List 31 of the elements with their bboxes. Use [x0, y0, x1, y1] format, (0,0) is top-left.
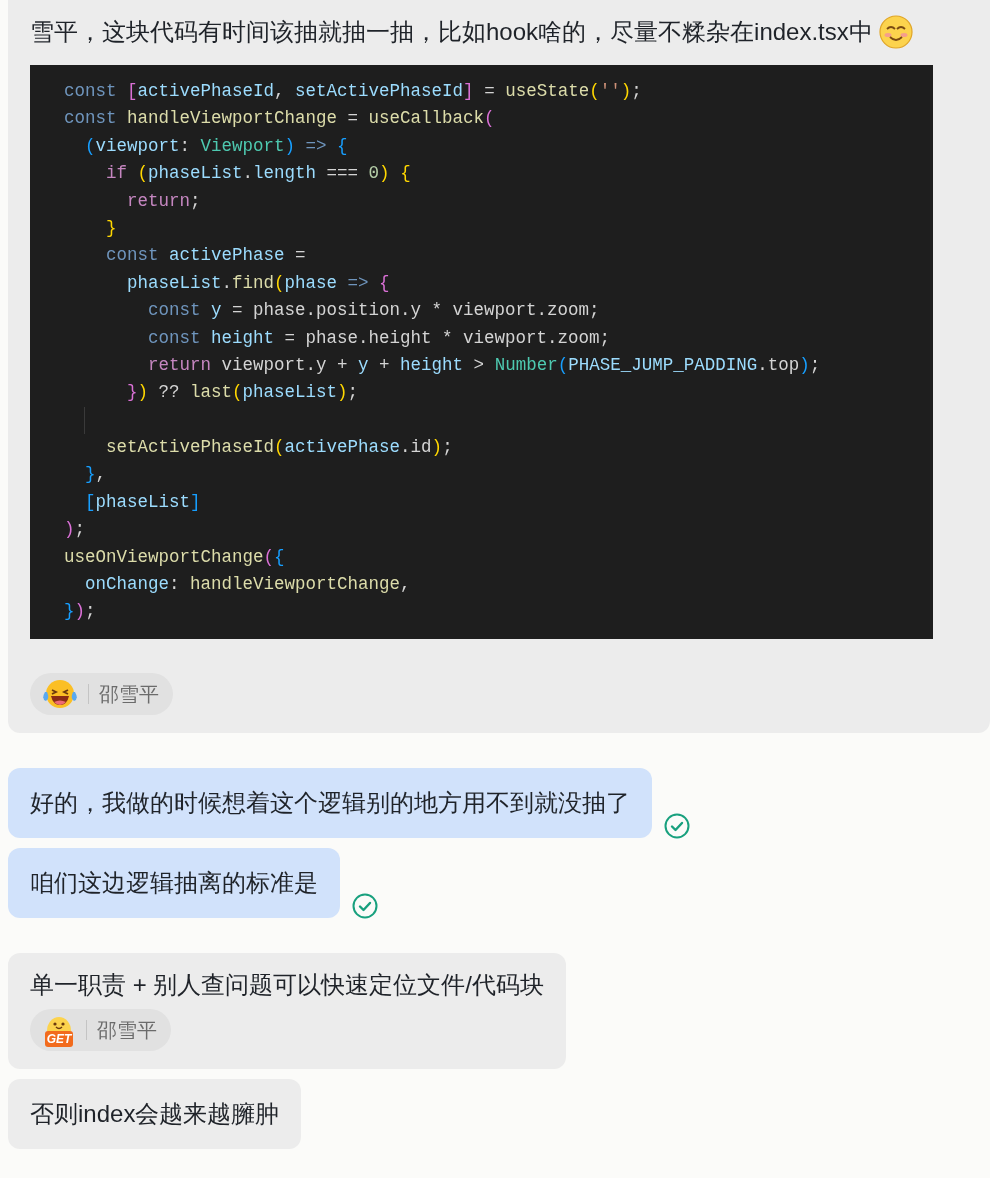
code-line: [phaseList]	[84, 490, 202, 514]
code-line: );	[64, 518, 87, 542]
code-line: const y = phase.position.y * viewport.zoom;	[147, 299, 601, 323]
message-text: 单一职责 + 别人查问题可以快速定位文件/代码块	[30, 970, 545, 1000]
code-line: const height = phase.height * viewport.zoom;	[147, 326, 612, 350]
reactor-name: 邵雪平	[97, 1018, 157, 1043]
code-line: }	[105, 216, 118, 240]
code-line: return viewport.y + y + height > Number(PHASE_JUMP_PADDING.top);	[147, 353, 822, 377]
code-line: });	[64, 600, 97, 624]
code-line: },	[84, 463, 108, 487]
code-line: setActivePhaseId(activePhase.id);	[105, 436, 454, 460]
reaction-pill[interactable]: GET 邵雪平	[30, 1009, 171, 1051]
message-text: 雪平，这块代码有时间该抽就抽一抽，比如hook啥的，尽量不糅杂在index.tsx中	[30, 17, 873, 47]
laughing-emoji-icon	[42, 678, 78, 710]
code-line: return;	[126, 189, 202, 213]
reaction-pill[interactable]: 邵雪平	[30, 673, 173, 715]
code-line: phaseList.find(phase => {	[126, 271, 391, 295]
code-line: useOnViewportChange({	[64, 545, 286, 569]
smiling-emoji-icon	[878, 15, 913, 49]
code-line: const [activePhaseId, setActivePhaseId] = useState('');	[64, 80, 643, 103]
code-line: const handleViewportChange = useCallback(	[64, 107, 496, 131]
code-line: onChange: handleViewportChange,	[84, 573, 412, 597]
code-line: }) ?? last(phaseList);	[126, 381, 360, 405]
code-line: const activePhase =	[105, 244, 307, 268]
code-line: if (phaseList.length === 0) {	[105, 162, 412, 186]
message-text: 否则index会越来越臃肿	[30, 1099, 280, 1129]
message-text: 咱们这边逻辑抽离的标准是	[30, 868, 318, 898]
reactor-name: 邵雪平	[99, 682, 159, 707]
get-label: GET	[44, 1031, 74, 1047]
code-line: (viewport: Viewport) => {	[84, 134, 349, 158]
message-text: 好的，我做的时候想着这个逻辑别的地方用不到就没抽了	[30, 788, 630, 818]
